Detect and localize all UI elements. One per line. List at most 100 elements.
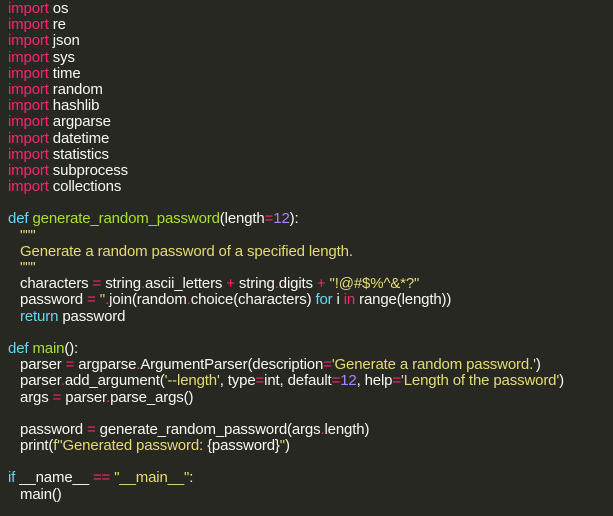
code-token-str: 'Generate a random password.' xyxy=(331,356,536,374)
code-token-tx: : xyxy=(189,469,194,487)
code-line[interactable]: def main(): xyxy=(0,339,613,357)
code-line[interactable]: import collections xyxy=(0,178,613,196)
code-line[interactable]: password = generate_random_password(args… xyxy=(0,420,613,438)
code-token-str: Generate a random password of a specifie… xyxy=(20,242,353,260)
code-token-str: """ xyxy=(20,259,36,276)
code-token-def: return xyxy=(20,307,59,325)
code-line[interactable]: """ xyxy=(0,259,613,276)
code-token-tx: digits xyxy=(278,275,317,293)
code-token-tx: parser xyxy=(20,356,66,374)
code-token-str: '--length' xyxy=(164,372,220,390)
code-token-tx: argparse xyxy=(74,356,137,374)
code-line[interactable]: import re xyxy=(0,17,613,33)
code-token-str: """ xyxy=(20,226,36,244)
code-line[interactable]: import sys xyxy=(0,48,613,66)
code-token-tx: ) xyxy=(559,372,564,390)
code-line[interactable]: import time xyxy=(0,64,613,82)
code-line[interactable]: import statistics xyxy=(0,145,613,163)
code-token-def: for xyxy=(315,291,333,309)
code-line[interactable] xyxy=(0,325,613,341)
code-token-str: "__main__" xyxy=(114,469,190,487)
code-token-op: = xyxy=(323,356,332,374)
code-line[interactable]: Generate a random password of a specifie… xyxy=(0,242,613,260)
code-token-kw: import xyxy=(8,64,49,82)
code-token-tx: statistics xyxy=(48,145,109,163)
code-token-tx: characters xyxy=(20,275,93,293)
code-token-kw: import xyxy=(8,113,49,131)
code-line[interactable] xyxy=(0,454,613,470)
code-token-num: 12 xyxy=(340,372,357,390)
code-token-tx: i xyxy=(332,291,344,309)
code-token-tx: parser xyxy=(61,388,107,406)
code-token-op: = xyxy=(52,388,62,406)
code-token-def: def xyxy=(8,210,29,228)
code-token-kw: import xyxy=(8,178,49,196)
code-token-tx: int, default xyxy=(264,372,332,390)
code-token-tx: sys xyxy=(48,48,75,66)
code-line[interactable]: """ xyxy=(0,226,613,244)
code-token-kw: import xyxy=(8,145,49,163)
code-token-tx: password xyxy=(20,420,88,438)
code-token-tx: password xyxy=(20,291,88,309)
code-token-tx: , type xyxy=(219,372,256,390)
code-line[interactable]: parser.add_argument('--length', type=int… xyxy=(0,373,613,389)
code-token-tx: ) xyxy=(535,356,541,374)
code-line[interactable] xyxy=(0,406,613,422)
code-token-op: = xyxy=(392,372,401,390)
code-token-tx: (): xyxy=(64,339,79,357)
code-token-str: "!@#$%^&*?" xyxy=(329,275,420,293)
code-line[interactable]: password = ''.join(random.choice(charact… xyxy=(0,292,613,308)
code-token-tx: datetime xyxy=(48,129,110,147)
code-line[interactable]: import random xyxy=(0,80,613,98)
code-line[interactable]: import json xyxy=(0,33,613,49)
code-token-tx: , help xyxy=(356,372,393,390)
code-editor[interactable]: import os import re import json import sys i… xyxy=(0,0,613,516)
code-token-tx: choice(characters) xyxy=(190,291,316,309)
code-line[interactable]: parser = argparse.ArgumentParser(descrip… xyxy=(0,357,613,373)
code-token-tx: {password} xyxy=(207,437,280,455)
code-token-def: def xyxy=(8,339,29,357)
code-token-tx: hashlib xyxy=(48,97,100,115)
code-line[interactable]: import subprocess xyxy=(0,161,613,179)
code-token-fn: main xyxy=(32,339,65,357)
code-token-op: = xyxy=(87,420,96,438)
code-token-tx: password xyxy=(58,307,126,325)
code-token-kw: import xyxy=(8,129,49,147)
code-token-tx: subprocess xyxy=(48,161,129,179)
code-token-kw: import xyxy=(8,48,49,66)
code-token-op: = xyxy=(65,356,75,374)
code-token-op: == xyxy=(92,469,111,487)
code-token-kw: import xyxy=(8,16,49,34)
code-token-tx: parser xyxy=(20,372,61,390)
code-line[interactable]: if __name__ == "__main__": xyxy=(0,470,613,486)
code-line[interactable]: import os xyxy=(0,0,613,17)
code-token-tx: string xyxy=(234,275,275,293)
code-line[interactable]: import argparse xyxy=(0,114,613,130)
code-token-op: = xyxy=(92,275,102,293)
code-token-kw: import xyxy=(8,32,49,50)
code-token-fn: generate_random_password xyxy=(32,210,220,228)
code-line[interactable]: import hashlib xyxy=(0,98,613,114)
code-token-kw: import xyxy=(8,97,49,115)
code-token-tx: string xyxy=(101,275,141,293)
code-line[interactable] xyxy=(0,195,613,211)
code-token-num: 12 xyxy=(273,210,290,228)
code-line[interactable]: return password xyxy=(0,307,613,325)
code-token-kw: import xyxy=(8,161,49,179)
code-line[interactable]: characters = string.ascii_letters + stri… xyxy=(0,276,613,292)
code-token-op: = xyxy=(331,372,341,390)
code-token-tx: print( xyxy=(20,437,54,455)
code-token-str: 'Length of the password' xyxy=(401,372,560,390)
code-token-tx: range(length)) xyxy=(355,291,452,309)
code-token-op: + xyxy=(316,275,326,293)
code-token-tx: ) xyxy=(284,437,290,455)
code-token-kw: in xyxy=(343,291,356,309)
code-line[interactable]: args = parser.parse_args() xyxy=(0,388,613,406)
code-token-kw: import xyxy=(8,80,49,98)
code-line[interactable]: import datetime xyxy=(0,129,613,147)
code-token-tx: ArgumentParser(description xyxy=(140,356,324,374)
code-line[interactable]: main() xyxy=(0,486,613,503)
code-token-tx: argparse xyxy=(48,113,111,131)
code-line[interactable]: def generate_random_password(length=12): xyxy=(0,211,613,227)
code-line[interactable]: print(f"Generated password: {password}") xyxy=(0,437,613,455)
